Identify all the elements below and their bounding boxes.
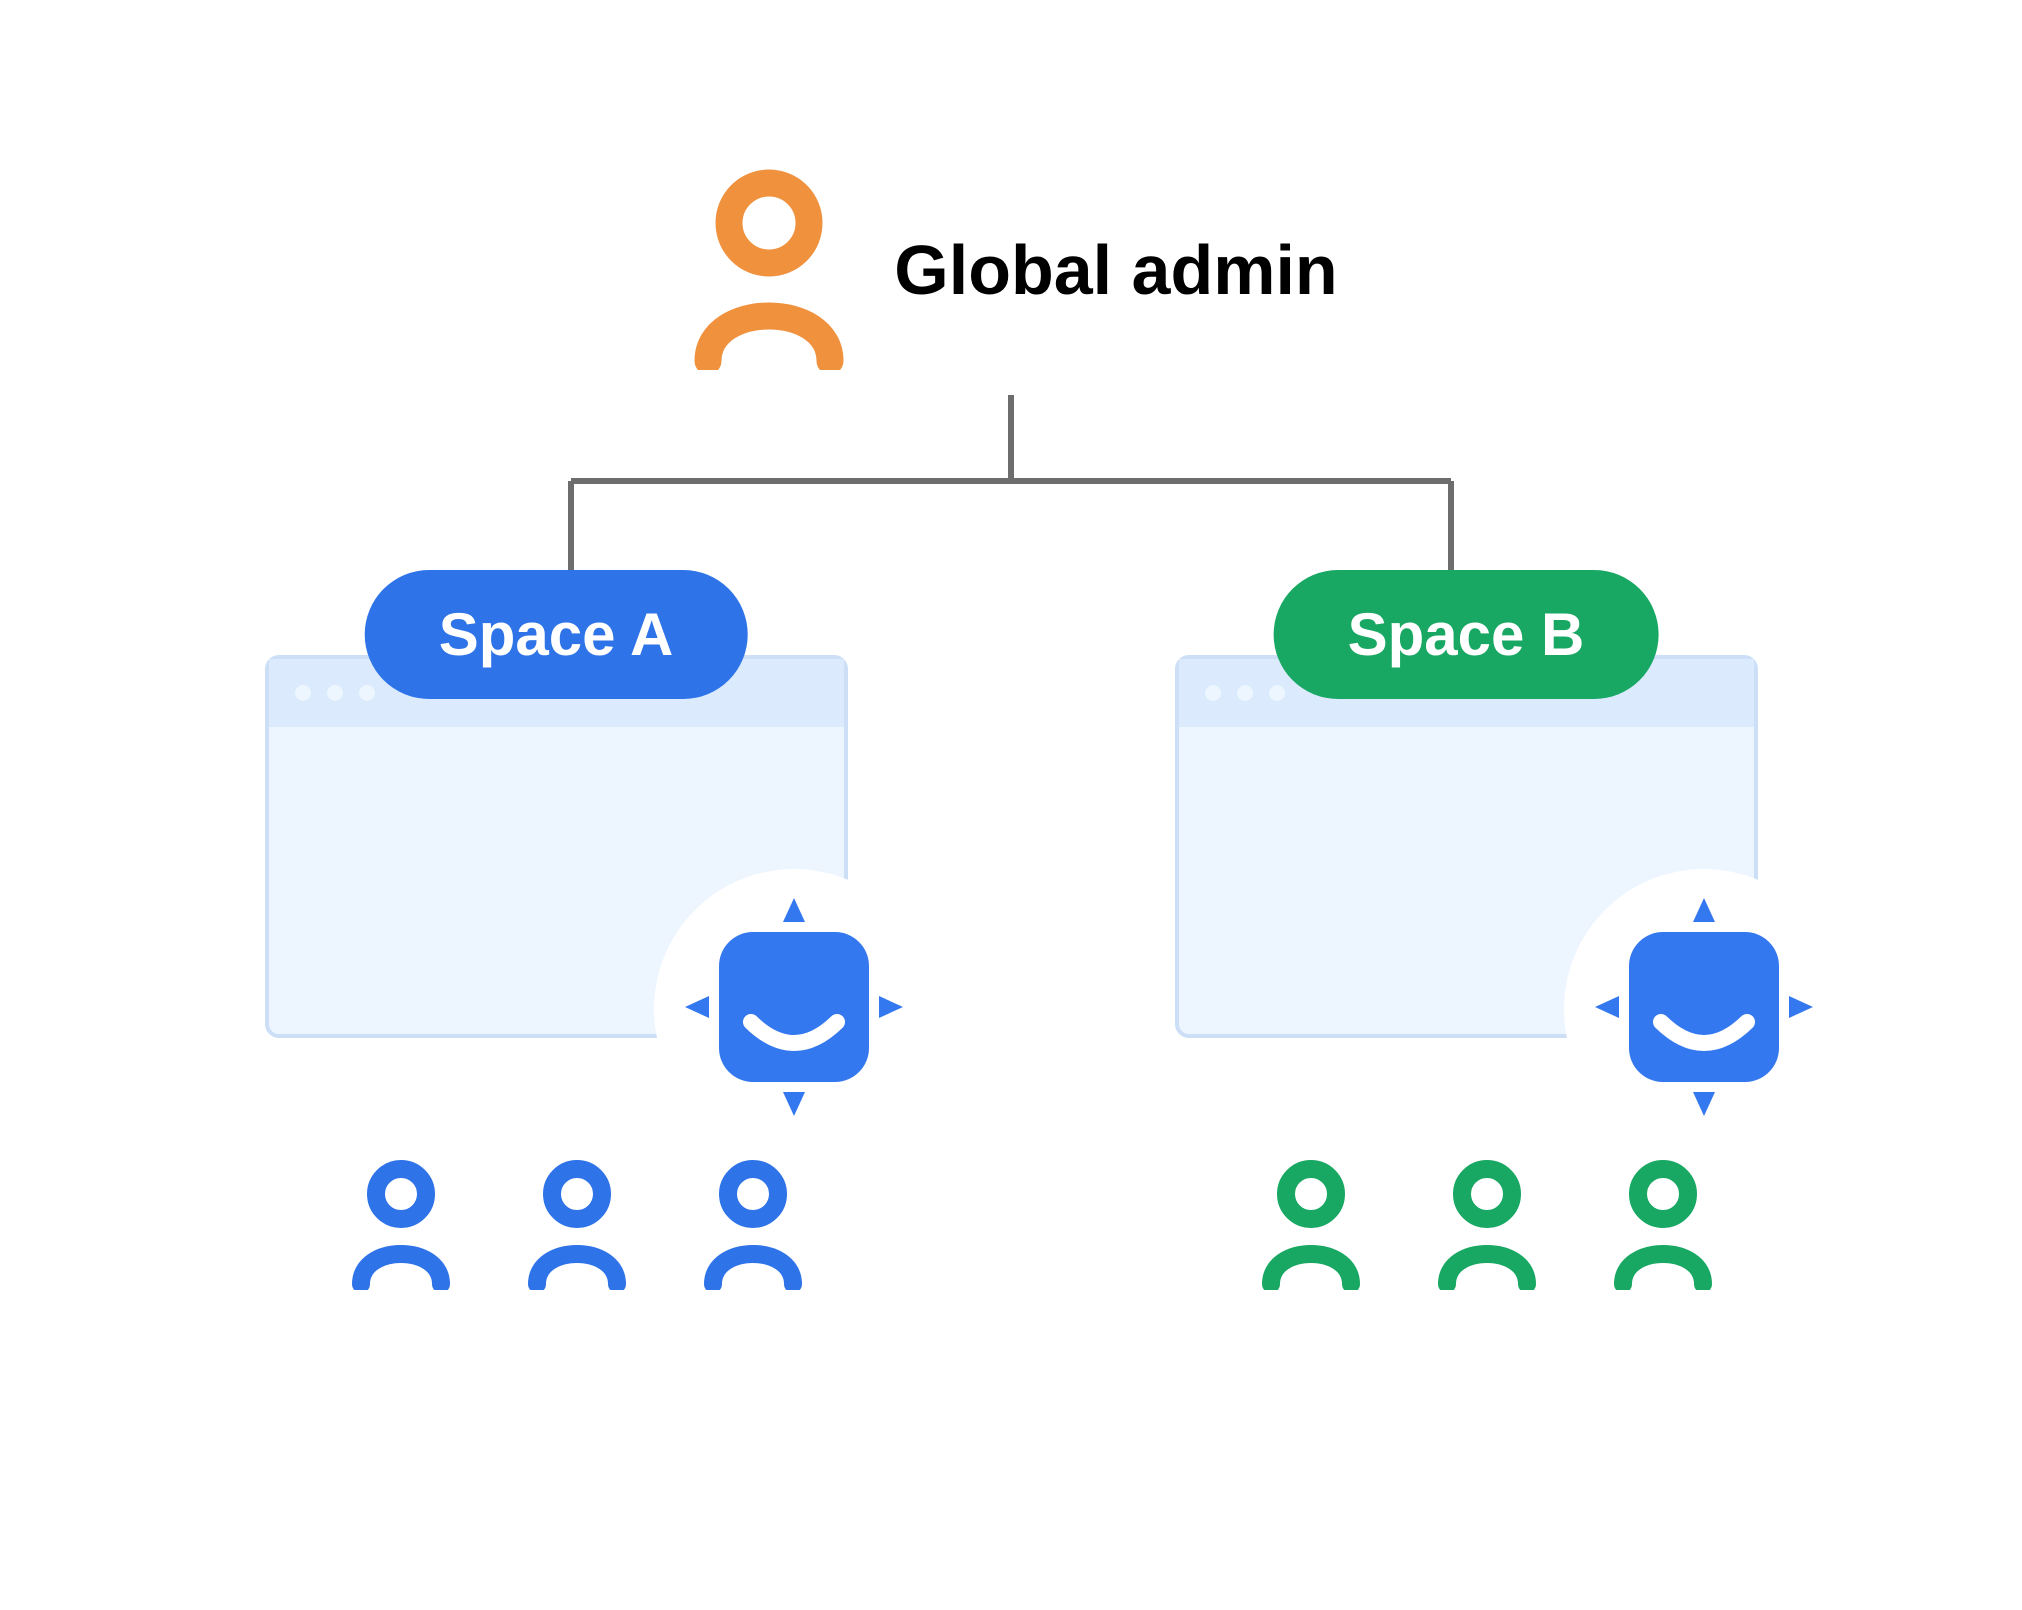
admin-user-icon [684, 165, 854, 375]
hierarchy-connector [0, 395, 2022, 575]
user-icon [1432, 1158, 1542, 1295]
space-a-column: Space A [246, 570, 866, 1295]
assistant-bot-icon [679, 892, 909, 1127]
space-b-pill: Space B [1274, 570, 1659, 699]
window-dot-icon [1237, 685, 1253, 701]
window-dot-icon [359, 685, 375, 701]
space-a-pill: Space A [365, 570, 748, 699]
window-dot-icon [1205, 685, 1221, 701]
space-b-users-row [1256, 1158, 1718, 1295]
diagram-canvas: Global admin Space A [0, 0, 2022, 1610]
assistant-bot-icon [1589, 892, 1819, 1127]
user-icon [346, 1158, 456, 1295]
bot-avatar-circle [654, 869, 934, 1149]
bot-avatar-circle [1564, 869, 1844, 1149]
space-b-label: Space B [1348, 601, 1585, 668]
space-a-users-row [346, 1158, 808, 1295]
window-dot-icon [327, 685, 343, 701]
space-a-browser-card [265, 655, 848, 1038]
space-b-column: Space B [1156, 570, 1776, 1295]
user-icon [1608, 1158, 1718, 1295]
spaces-row: Space A [0, 570, 2022, 1295]
user-icon [1256, 1158, 1366, 1295]
window-dot-icon [295, 685, 311, 701]
global-admin-label: Global admin [894, 230, 1337, 310]
user-icon [698, 1158, 808, 1295]
space-a-label: Space A [439, 601, 674, 668]
global-admin-row: Global admin [0, 165, 2022, 375]
space-b-browser-card [1175, 655, 1758, 1038]
user-icon [522, 1158, 632, 1295]
window-dot-icon [1269, 685, 1285, 701]
